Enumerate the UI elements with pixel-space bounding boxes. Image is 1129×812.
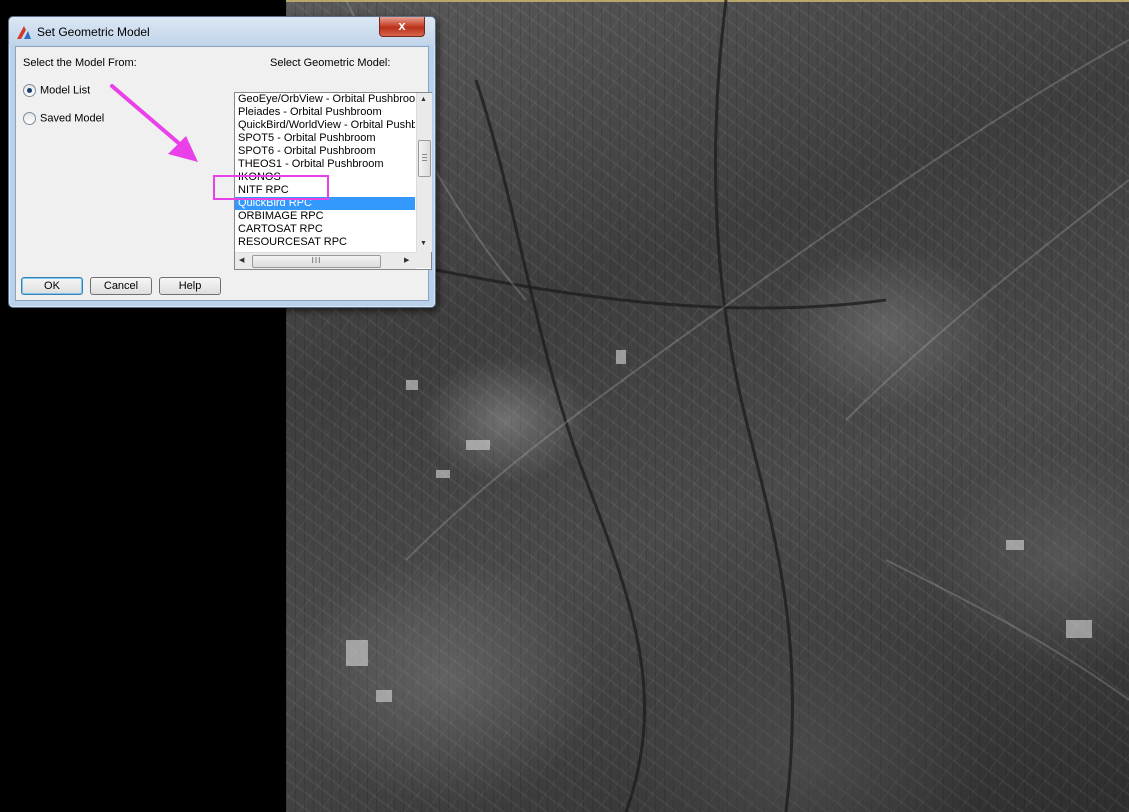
select-model-label: Select Geometric Model: bbox=[270, 57, 391, 69]
list-item[interactable]: SPOT5 - Orbital Pushbroom bbox=[235, 132, 415, 145]
radio-saved-model[interactable]: Saved Model bbox=[23, 112, 104, 125]
dialog-titlebar[interactable]: Set Geometric Model x bbox=[9, 17, 435, 45]
list-item[interactable]: QuickBird/WorldView - Orbital Pushbroom bbox=[235, 119, 415, 132]
list-item[interactable]: CARTOSAT RPC bbox=[235, 223, 415, 236]
scroll-up-arrow-icon[interactable]: ▲ bbox=[420, 96, 427, 103]
horizontal-scroll-thumb[interactable]: III bbox=[252, 255, 381, 268]
model-list-items: GeoEye/OrbView - Orbital Pushbroom Pleia… bbox=[235, 93, 415, 252]
select-from-label: Select the Model From: bbox=[23, 57, 137, 69]
list-item[interactable]: RESOURCESAT RPC bbox=[235, 236, 415, 249]
app-logo-icon bbox=[17, 26, 31, 39]
set-geometric-model-dialog: Set Geometric Model x Select the Model F… bbox=[8, 16, 436, 308]
list-item[interactable]: ORBIMAGE RPC bbox=[235, 210, 415, 223]
ok-button[interactable]: OK bbox=[21, 277, 83, 295]
cancel-button[interactable]: Cancel bbox=[90, 277, 152, 295]
help-button[interactable]: Help bbox=[159, 277, 221, 295]
radio-unselected-indicator[interactable] bbox=[23, 112, 36, 125]
radio-selected-indicator[interactable] bbox=[23, 84, 36, 97]
vertical-scrollbar[interactable]: ▲ ▼ bbox=[416, 93, 432, 252]
scroll-down-arrow-icon[interactable]: ▼ bbox=[420, 240, 427, 247]
list-item[interactable]: GeoEye/OrbView - Orbital Pushbroom bbox=[235, 93, 415, 106]
list-item[interactable]: NITF RPC bbox=[235, 184, 415, 197]
list-item-selected[interactable]: QuickBird RPC bbox=[235, 197, 415, 210]
vertical-scroll-thumb[interactable] bbox=[418, 140, 431, 177]
list-item[interactable]: IKONOS bbox=[235, 171, 415, 184]
list-item[interactable]: Pleiades - Orbital Pushbroom bbox=[235, 106, 415, 119]
scrollbar-corner bbox=[416, 252, 431, 268]
radio-model-list[interactable]: Model List bbox=[23, 84, 90, 97]
scroll-right-arrow-icon[interactable]: ▶ bbox=[404, 256, 409, 264]
close-button[interactable]: x bbox=[379, 17, 425, 37]
horizontal-scrollbar[interactable]: ◀ III ▶ bbox=[235, 252, 416, 269]
geometric-model-listbox[interactable]: GeoEye/OrbView - Orbital Pushbroom Pleia… bbox=[234, 92, 432, 270]
dialog-body: Select the Model From: Select Geometric … bbox=[15, 46, 432, 301]
radio-saved-model-label: Saved Model bbox=[40, 112, 105, 125]
scroll-left-arrow-icon[interactable]: ◀ bbox=[239, 256, 244, 264]
radio-model-list-label: Model List bbox=[40, 84, 91, 97]
list-item[interactable]: THEOS1 - Orbital Pushbroom bbox=[235, 158, 415, 171]
list-item[interactable]: SPOT6 - Orbital Pushbroom bbox=[235, 145, 415, 158]
dialog-title: Set Geometric Model bbox=[37, 25, 150, 39]
